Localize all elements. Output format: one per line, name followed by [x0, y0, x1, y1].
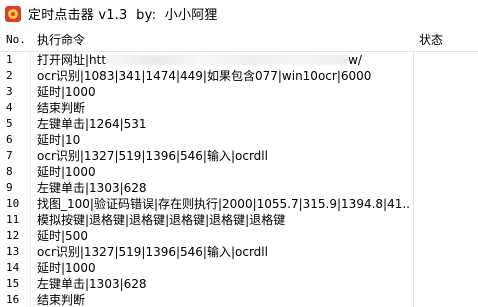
table-row[interactable]: 8 延时|1000	[0, 164, 478, 180]
command-prefix: 打开网址|htt	[37, 53, 107, 67]
row-command: 打开网址|htt w/	[37, 52, 411, 68]
table-row[interactable]: 2 ocr识别|1083|341|1474|449|如果包含077|win10oc…	[0, 68, 478, 84]
row-number: 13	[6, 245, 20, 258]
table-row[interactable]: 1 打开网址|htt w/	[0, 52, 478, 68]
table-row[interactable]: 6 延时|10	[0, 132, 478, 148]
row-number: 14	[6, 261, 20, 274]
column-header-no[interactable]: No.	[6, 29, 30, 51]
table-row[interactable]: 3 延时|1000	[0, 84, 478, 100]
table-row[interactable]: 12 延时|500	[0, 228, 478, 244]
row-number: 8	[6, 165, 13, 178]
row-number: 5	[6, 117, 13, 130]
row-number: 4	[6, 101, 13, 114]
row-number: 7	[6, 149, 13, 162]
table-header: No. 执行命令 状态	[0, 29, 478, 52]
table-body: 1 打开网址|htt w/2 ocr识别|1083|341|1474|449|如果包含…	[0, 52, 478, 307]
column-header-status[interactable]: 状态	[419, 29, 443, 51]
column-header-command[interactable]: 执行命令	[37, 29, 85, 51]
row-command: 左键单击|1264|531	[37, 117, 147, 131]
row-number: 12	[6, 229, 20, 242]
app-logo-icon	[5, 5, 21, 22]
command-table: No. 执行命令 状态 1 打开网址|htt w/2 ocr识别|1083|341|1…	[0, 29, 478, 307]
row-command: 左键单击|1303|628	[37, 277, 147, 291]
row-number: 15	[6, 277, 20, 290]
row-command: 延时|1000	[37, 261, 96, 275]
row-number: 10	[6, 197, 20, 210]
row-number: 2	[6, 69, 13, 82]
row-command: 左键单击|1303|628	[37, 181, 147, 195]
row-number: 9	[6, 181, 13, 194]
command-suffix: w/	[348, 53, 362, 67]
row-command: ocr识别|1083|341|1474|449|如果包含077|win10ocr…	[37, 69, 372, 83]
row-command: ocr识别|1327|519|1396|546|输入|ocrdll	[37, 245, 268, 259]
row-command: 结束判断	[37, 293, 86, 307]
row-number: 11	[6, 213, 20, 226]
table-row[interactable]: 16 结束判断	[0, 292, 478, 307]
row-command: 结束判断	[37, 101, 86, 115]
row-number: 6	[6, 133, 13, 146]
table-row[interactable]: 9 左键单击|1303|628	[0, 180, 478, 196]
row-number: 3	[6, 85, 13, 98]
row-number: 1	[6, 53, 13, 66]
redacted-url	[106, 55, 349, 65]
table-row[interactable]: 5 左键单击|1264|531	[0, 116, 478, 132]
table-row[interactable]: 7 ocr识别|1327|519|1396|546|输入|ocrdll	[0, 148, 478, 164]
window-title: 定时点击器 v1.3 by: 小小阿狸	[28, 8, 218, 23]
table-row[interactable]: 15 左键单击|1303|628	[0, 276, 478, 292]
row-number: 16	[6, 293, 20, 306]
row-command: 延时|1000	[37, 165, 96, 179]
table-row[interactable]: 4 结束判断	[0, 100, 478, 116]
row-command: 延时|500	[37, 229, 88, 243]
row-command: 模拟按键|退格键|退格键|退格键|退格键|退格键	[37, 213, 286, 227]
row-command: 找图_100|验证码错误|存在则执行|2000|1055.7|315.9|139…	[37, 197, 411, 211]
title-bar: 定时点击器 v1.3 by: 小小阿狸	[0, 0, 478, 27]
table-row[interactable]: 13 ocr识别|1327|519|1396|546|输入|ocrdll	[0, 244, 478, 260]
table-row[interactable]: 14 延时|1000	[0, 260, 478, 276]
row-command: 延时|1000	[37, 85, 96, 99]
row-command: 延时|10	[37, 133, 81, 147]
table-row[interactable]: 10 找图_100|验证码错误|存在则执行|2000|1055.7|315.9|1…	[0, 196, 478, 212]
row-command: ocr识别|1327|519|1396|546|输入|ocrdll	[37, 149, 268, 163]
table-row[interactable]: 11 模拟按键|退格键|退格键|退格键|退格键|退格键	[0, 212, 478, 228]
